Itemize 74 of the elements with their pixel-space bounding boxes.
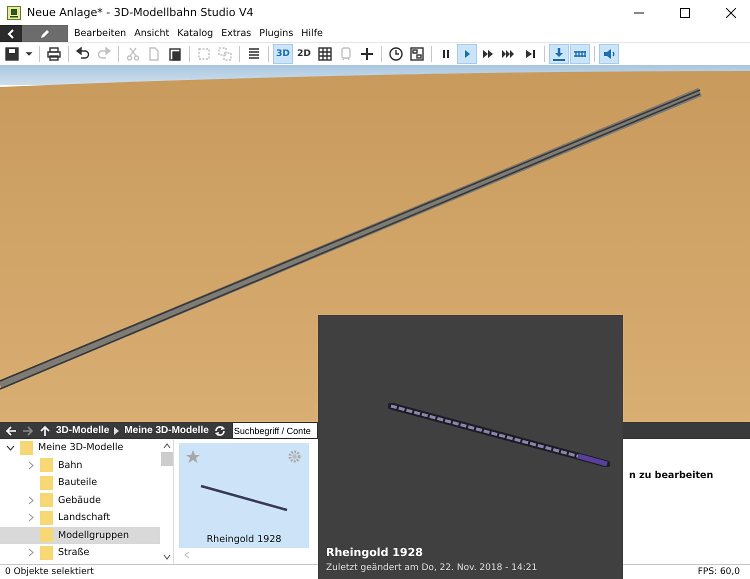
print-icon <box>47 47 61 61</box>
chevron-icon[interactable] <box>6 443 15 452</box>
redo-icon <box>97 47 111 61</box>
plus-icon <box>360 47 374 61</box>
railway-track[interactable] <box>0 88 702 390</box>
star-icon[interactable] <box>186 450 200 464</box>
folder-icon <box>40 528 53 542</box>
diagram-icon <box>410 47 424 61</box>
edit-mode-button[interactable] <box>22 25 68 42</box>
cut-icon <box>126 47 140 61</box>
tree-item[interactable]: Bauteile <box>0 474 160 492</box>
app-logo-icon <box>7 6 21 20</box>
model-card[interactable]: Rheingold 1928 <box>179 443 309 548</box>
folder-icon <box>40 546 53 560</box>
model-name: Rheingold 1928 <box>206 534 282 545</box>
download-button[interactable] <box>549 44 569 64</box>
search-field[interactable]: Suchbegriff / Conte <box>232 423 317 438</box>
skip-icon <box>523 47 537 61</box>
group-icon <box>218 47 232 61</box>
back-arrow-icon[interactable] <box>5 424 17 436</box>
breadcrumb-link[interactable]: 3D-Modelle <box>56 425 110 436</box>
pencil-icon <box>40 28 50 38</box>
train-icon <box>339 47 353 61</box>
tree-item[interactable]: Gebäude <box>0 492 160 509</box>
folder-icon <box>40 458 53 472</box>
folder-icon <box>40 510 53 525</box>
window-title: Neue Anlage* - 3D-Modellbahn Studio V4 <box>27 6 254 19</box>
menu-item[interactable]: Ansicht <box>130 28 174 39</box>
undo-icon <box>76 47 90 61</box>
tree-item[interactable]: Landschaft <box>0 509 160 526</box>
grid-icon <box>318 47 332 61</box>
tree-item[interactable]: Modellgruppen <box>0 526 160 544</box>
faster-forward-icon <box>502 47 516 61</box>
refresh-icon[interactable] <box>214 424 226 436</box>
scroll-up-icon[interactable] <box>162 443 170 449</box>
back-button[interactable] <box>0 25 22 42</box>
chevron-icon <box>114 426 120 434</box>
save-icon <box>5 47 19 61</box>
copy-icon <box>147 47 161 61</box>
selection-status: 0 Objekte selektiert <box>5 567 94 577</box>
up-arrow-icon[interactable] <box>39 424 51 436</box>
tree-item[interactable]: Bahn <box>0 456 160 474</box>
paste-icon <box>168 47 182 61</box>
fast-forward-icon <box>481 47 495 61</box>
tooltip-subtitle: Zuletzt geändert am Do, 22. Nov. 2018 - 14:21 <box>326 563 538 573</box>
scrollbar-thumb[interactable] <box>160 452 172 466</box>
view-mode-button[interactable]: 3D <box>273 44 293 64</box>
folder-icon <box>20 440 33 455</box>
menu-item[interactable]: Plugins <box>255 28 298 39</box>
tooltip-title: Rheingold 1928 <box>326 546 424 559</box>
speaker-icon <box>602 47 616 61</box>
download-icon <box>552 47 566 61</box>
list-icon <box>247 47 261 61</box>
folder-icon <box>40 493 53 508</box>
menu-item[interactable]: Katalog <box>173 28 218 39</box>
tree-item[interactable]: Meine 3D-Modelle <box>0 439 160 456</box>
fps-counter: FPS: 60,0 <box>698 567 740 577</box>
clock-icon <box>389 47 403 61</box>
chevron-left-icon <box>7 28 15 38</box>
edit-hint-text: n zu bearbeiten <box>629 470 714 481</box>
tree-item[interactable]: Straße <box>0 544 160 562</box>
menu-item[interactable]: Hilfe <box>297 28 327 39</box>
play-button[interactable] <box>457 44 477 64</box>
speaker-button[interactable] <box>599 44 619 64</box>
menu-item[interactable]: Extras <box>217 28 256 39</box>
forward-arrow-icon[interactable] <box>22 424 34 436</box>
maximize-icon[interactable] <box>680 8 690 18</box>
scroll-down-icon[interactable] <box>162 554 170 560</box>
close-icon[interactable] <box>726 8 736 18</box>
menu-item[interactable]: Bearbeiten <box>70 28 130 39</box>
folder-icon <box>40 476 53 490</box>
view-mode-button[interactable]: 2D <box>294 44 314 64</box>
select-icon <box>197 47 211 61</box>
breadcrumb-link[interactable]: Meine 3D-Modelle <box>124 425 209 436</box>
